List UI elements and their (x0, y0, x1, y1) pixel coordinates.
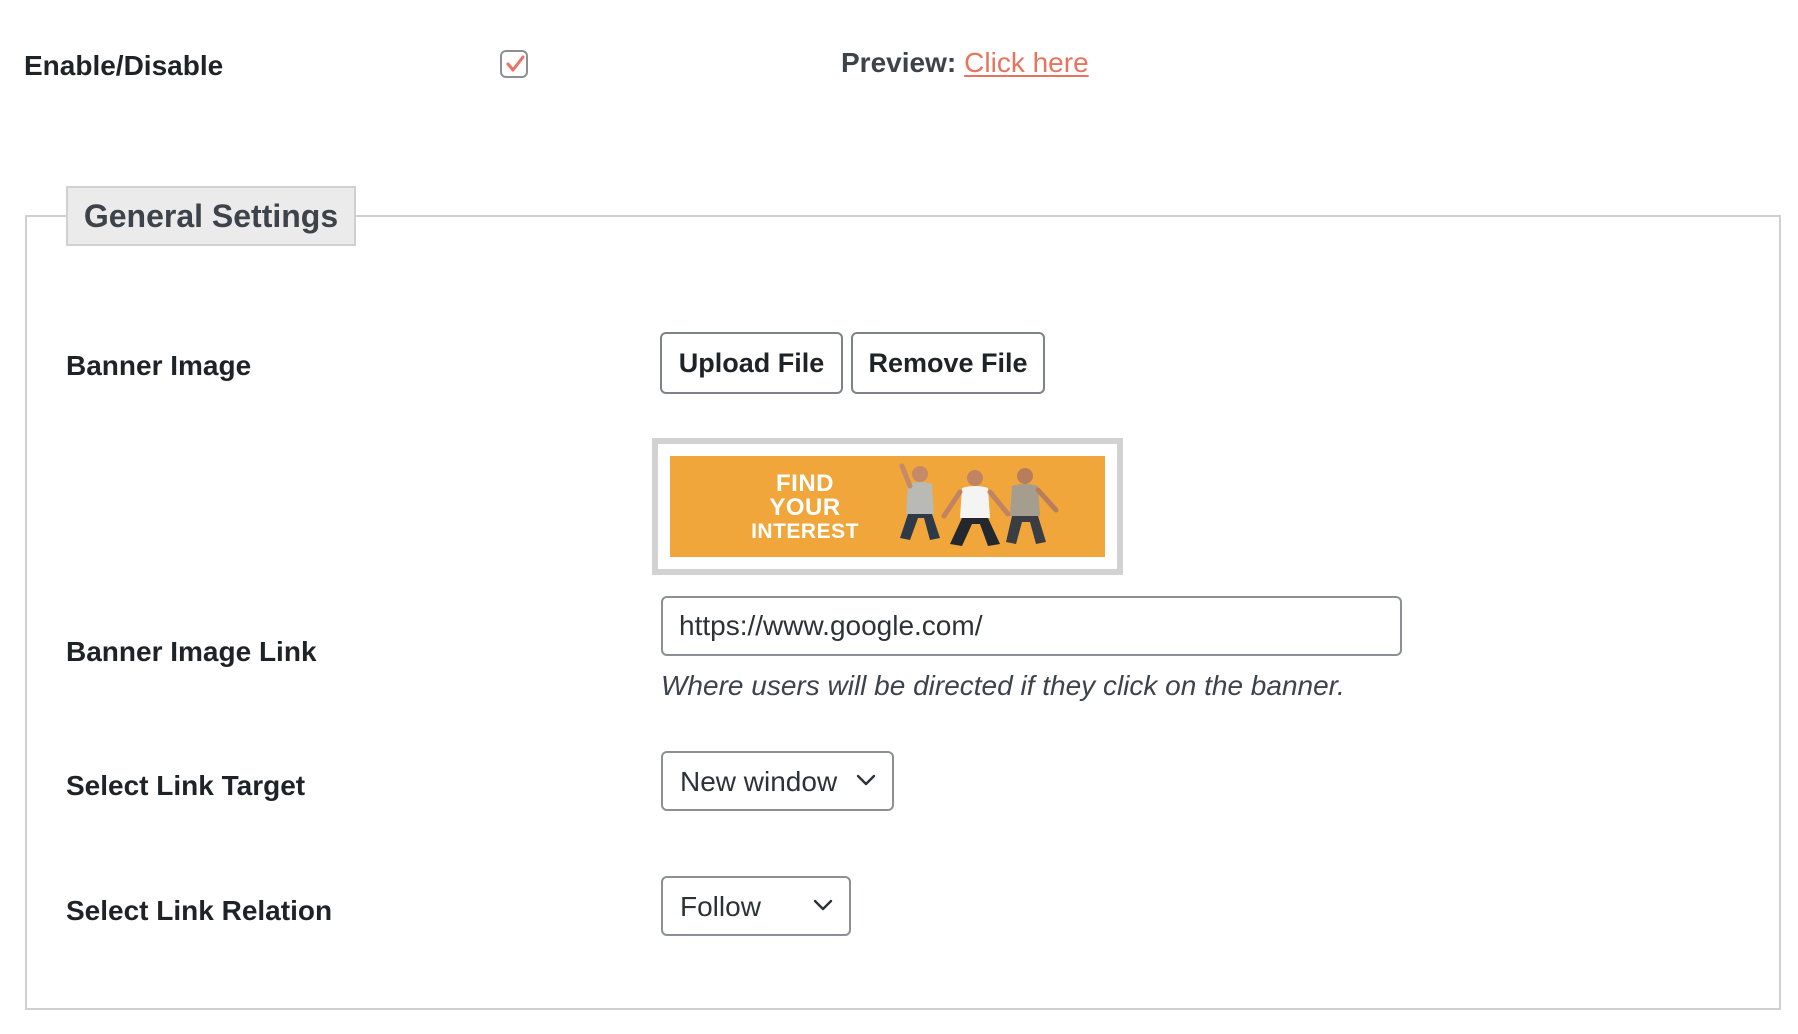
link-relation-select[interactable]: Follow (661, 876, 851, 936)
banner-image: FIND YOUR INTEREST (670, 456, 1105, 557)
select-link-relation-label: Select Link Relation (66, 895, 333, 926)
banner-link-hint: Where users will be directed if they cli… (661, 670, 1345, 701)
select-link-target-label: Select Link Target (66, 770, 306, 801)
banner-text-line: INTEREST (751, 520, 859, 543)
general-settings-title: General Settings (66, 186, 356, 246)
upload-file-button[interactable]: Upload File (660, 332, 843, 394)
chevron-down-icon (856, 774, 876, 786)
banner-people-illustration (899, 463, 1059, 546)
banner-text-line: YOUR (769, 494, 841, 521)
banner-image-link-label: Banner Image Link (66, 636, 317, 667)
preview-label: Preview: (841, 47, 957, 78)
link-relation-value: Follow (680, 891, 761, 922)
banner-link-input[interactable] (661, 596, 1402, 656)
remove-file-button[interactable]: Remove File (851, 332, 1045, 394)
banner-image-label: Banner Image (66, 350, 252, 381)
enable-disable-label: Enable/Disable (24, 50, 224, 81)
banner-text-line: FIND (776, 470, 834, 497)
banner-text: FIND YOUR INTEREST (730, 472, 880, 544)
preview-link[interactable]: Click here (964, 47, 1088, 78)
chevron-down-icon (813, 899, 833, 911)
preview: Preview: Click here (841, 47, 1089, 79)
enable-checkbox[interactable] (500, 50, 528, 78)
link-target-select[interactable]: New window (661, 751, 894, 811)
top-settings-row: Enable/Disable Preview: Click here (0, 0, 1798, 130)
checkmark-icon (506, 55, 525, 72)
link-target-value: New window (680, 766, 838, 797)
banner-preview: FIND YOUR INTEREST (652, 438, 1123, 575)
